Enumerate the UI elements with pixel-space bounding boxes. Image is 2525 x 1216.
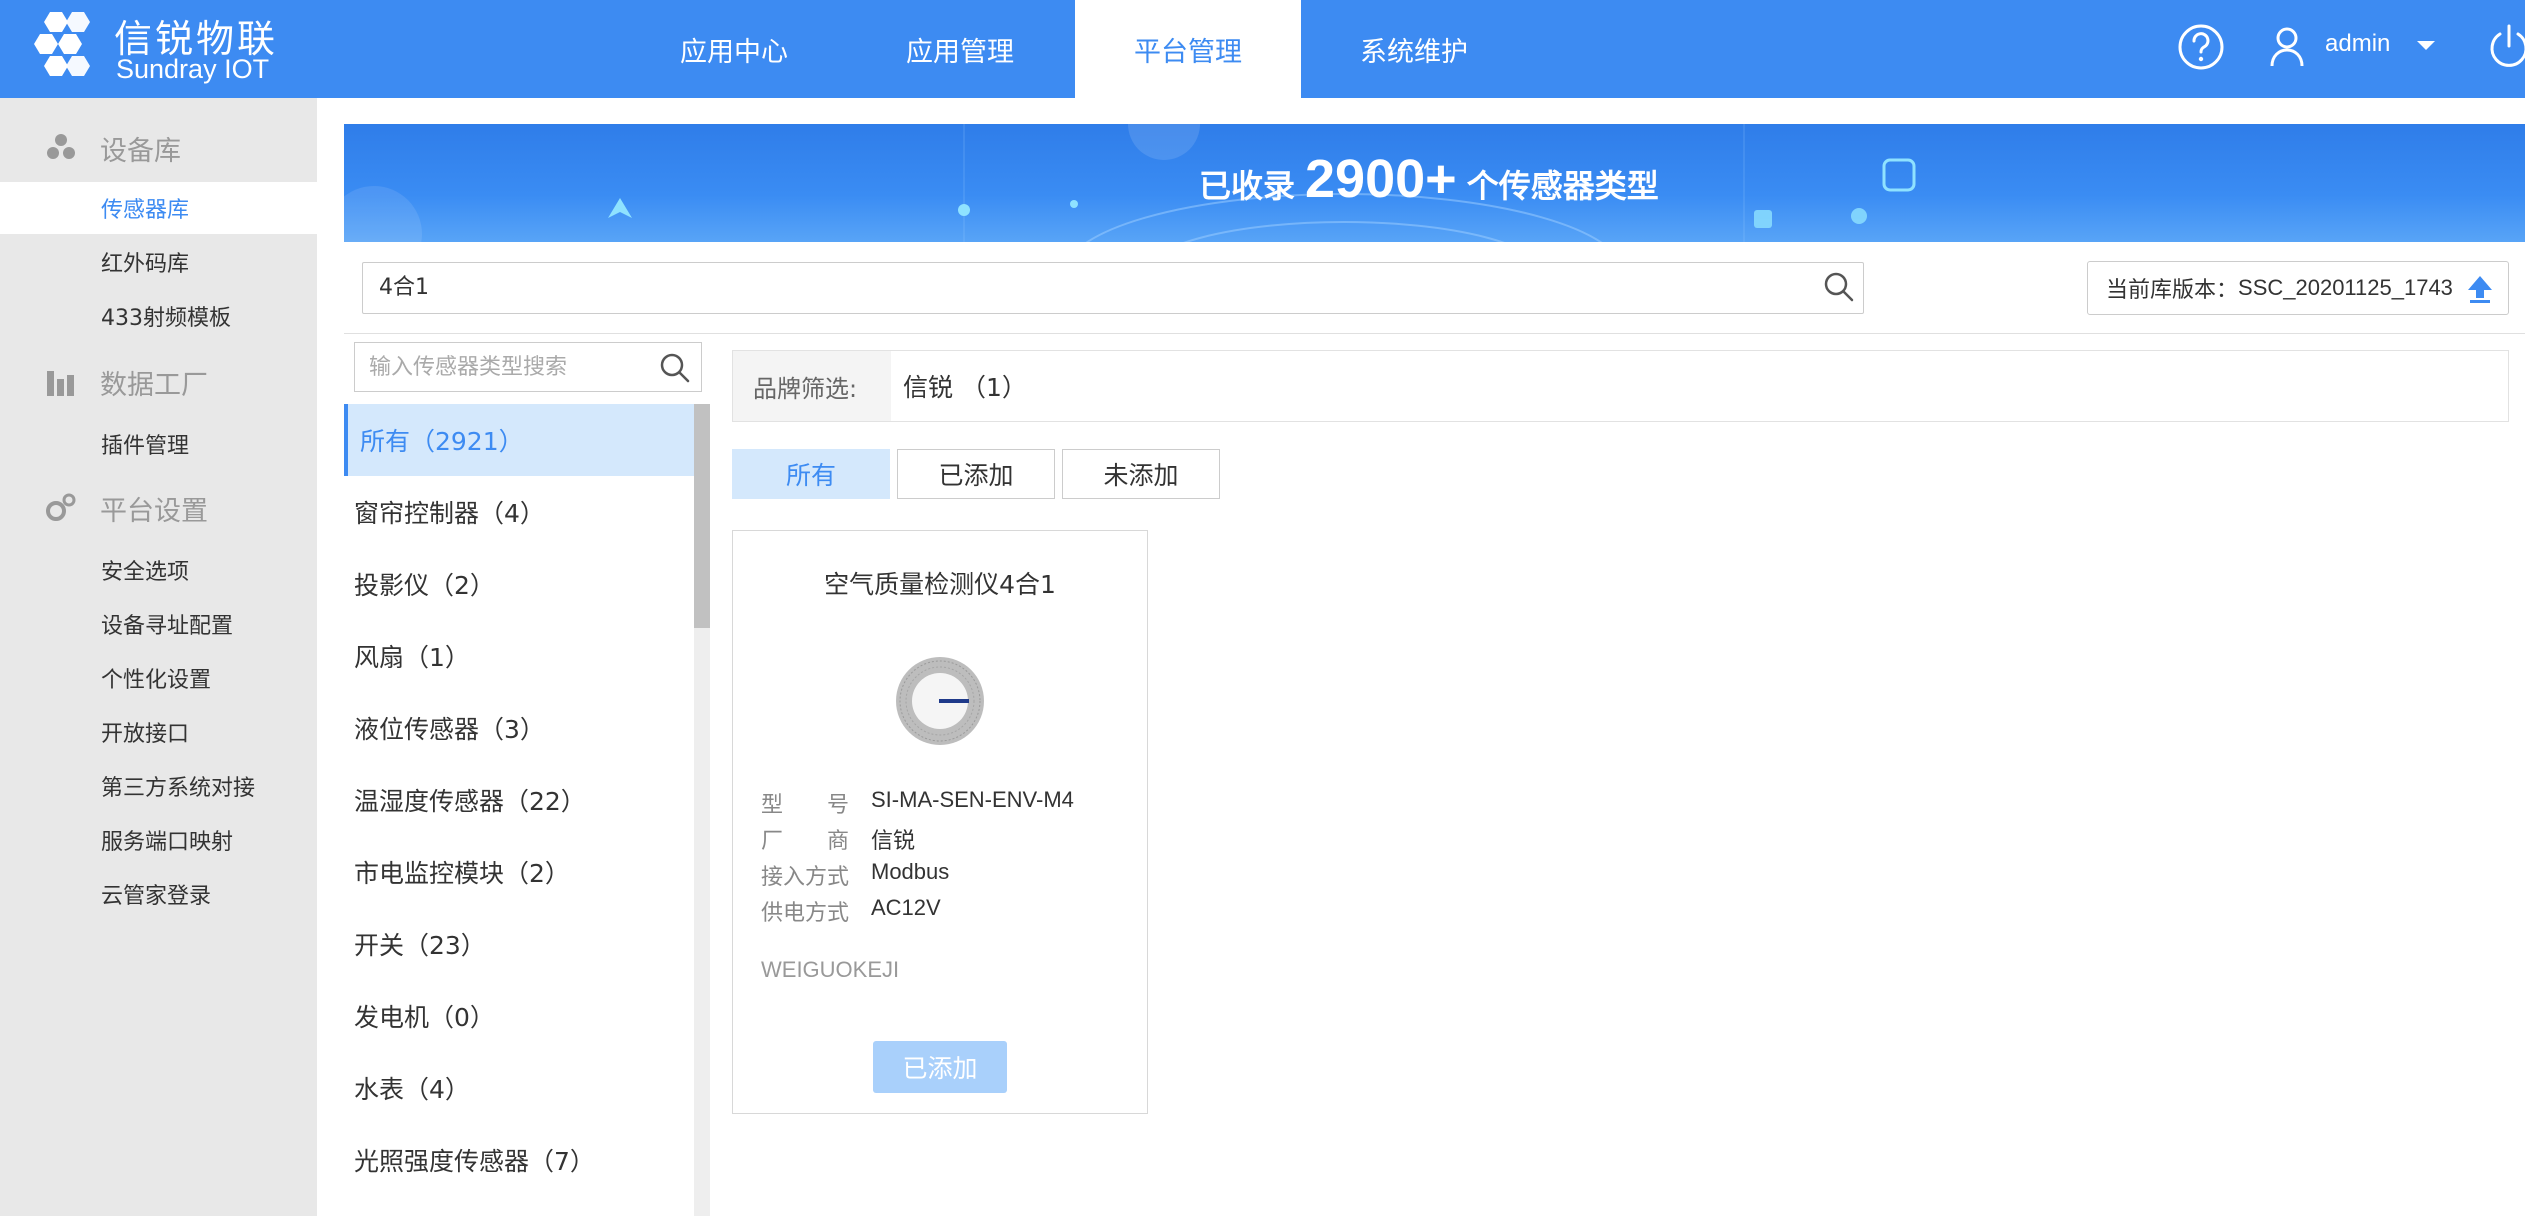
logo[interactable]: 信锐物联 Sundray IOT <box>26 6 286 92</box>
spec-key: 厂 商 <box>761 829 850 854</box>
added-button[interactable]: 已添加 <box>873 1041 1007 1093</box>
banner: 已收录 2900+ 个传感器类型 <box>344 124 2525 242</box>
category-item-all[interactable]: 所有（2921） <box>344 404 694 476</box>
device-spec-model: 型 号 SI-MA-SEN-ENV-M4 <box>761 787 1074 819</box>
sidebar-item-433-rf-template[interactable]: 433射频模板 <box>0 290 317 342</box>
category-scrollbar-thumb[interactable] <box>694 404 710 628</box>
spec-value: Modbus <box>871 859 950 884</box>
brand-filter: 品牌筛选: 信锐 （1） <box>732 350 2509 422</box>
search-icon[interactable] <box>659 352 691 384</box>
sidebar-item-third-party[interactable]: 第三方系统对接 <box>0 760 317 812</box>
air-quality-sensor-icon <box>896 657 984 745</box>
banner-number: 2900+ <box>1305 149 1457 209</box>
sidebar-item-plugin-management[interactable]: 插件管理 <box>0 418 317 470</box>
spec-value: SI-MA-SEN-ENV-M4 <box>871 787 1074 812</box>
sidebar-group-platform-settings[interactable]: 平台设置 <box>0 478 317 538</box>
sidebar-group-device-library[interactable]: 设备库 <box>0 118 317 178</box>
category-item[interactable]: 发电机（0） <box>344 980 694 1052</box>
category-item[interactable]: 投影仪（2） <box>344 548 694 620</box>
top-navigation-bar: 信锐物联 Sundray IOT 应用中心 应用管理 平台管理 系统维护 adm… <box>0 0 2525 98</box>
library-version: 当前库版本： SSC_20201125_1743 <box>2087 261 2509 315</box>
device-library-icon <box>47 134 75 159</box>
device-brand: WEIGUOKEJI <box>761 957 900 982</box>
tab-app-management[interactable]: 应用管理 <box>847 0 1073 98</box>
sidebar-item-open-api[interactable]: 开放接口 <box>0 706 317 758</box>
category-list: 所有（2921） 窗帘控制器（4） 投影仪（2） 风扇（1） 液位传感器（3） … <box>344 404 694 1216</box>
settings-gear-icon <box>46 493 76 521</box>
version-label: 当前库版本： <box>2106 278 2239 303</box>
spec-value: 信锐 <box>871 828 916 853</box>
spec-value: AC12V <box>871 895 941 920</box>
username[interactable]: admin <box>2325 30 2390 58</box>
sidebar: 设备库 传感器库 红外码库 433射频模板 数据工厂 插件管理 平台设置 安全选… <box>0 98 317 1216</box>
divider <box>344 333 2525 334</box>
version-value: SSC_20201125_1743 <box>2238 275 2453 300</box>
device-spec-access: 接入方式 Modbus <box>761 859 949 891</box>
category-item[interactable]: 水表（4） <box>344 1052 694 1124</box>
tab-app-center[interactable]: 应用中心 <box>621 0 847 98</box>
logo-en-text: Sundray IOT <box>116 54 270 84</box>
sidebar-item-security-options[interactable]: 安全选项 <box>0 544 317 596</box>
user-icon[interactable] <box>2262 22 2312 72</box>
sidebar-group-data-factory[interactable]: 数据工厂 <box>0 352 317 412</box>
brand-filter-label: 品牌筛选: <box>733 351 891 421</box>
filter-not-added-button[interactable]: 未添加 <box>1062 449 1220 499</box>
category-item[interactable]: 光照强度传感器（7） <box>344 1124 694 1196</box>
hexagon-logo-icon <box>34 12 90 76</box>
category-item[interactable]: 温湿度传感器（22） <box>344 764 694 836</box>
sidebar-item-ir-code-library[interactable]: 红外码库 <box>0 236 317 288</box>
data-factory-icon <box>47 371 74 396</box>
category-item[interactable]: 液位传感器（3） <box>344 692 694 764</box>
upload-icon[interactable] <box>2466 274 2494 304</box>
power-icon[interactable] <box>2484 22 2525 72</box>
device-spec-power: 供电方式 AC12V <box>761 895 941 927</box>
brand-filter-option[interactable]: 信锐 （1） <box>903 351 1027 421</box>
category-search-input[interactable] <box>355 343 645 391</box>
filter-added-button[interactable]: 已添加 <box>897 449 1055 499</box>
sidebar-item-sensor-library[interactable]: 传感器库 <box>0 182 317 234</box>
category-item[interactable]: 开关（23） <box>344 908 694 980</box>
banner-prefix: 已收录 <box>1199 167 1296 205</box>
tab-system-maintenance[interactable]: 系统维护 <box>1301 0 1527 98</box>
spec-key: 型 号 <box>761 793 850 818</box>
category-search[interactable] <box>354 342 702 392</box>
banner-suffix: 个传感器类型 <box>1466 167 1659 205</box>
search-icon[interactable] <box>1822 270 1856 304</box>
sensor-search-input[interactable]: 4合1 <box>362 262 1864 314</box>
chevron-down-icon[interactable] <box>2414 30 2438 60</box>
sidebar-item-port-mapping[interactable]: 服务端口映射 <box>0 814 317 866</box>
sidebar-item-personalization[interactable]: 个性化设置 <box>0 652 317 704</box>
category-item[interactable]: 窗帘控制器（4） <box>344 476 694 548</box>
spec-key: 接入方式 <box>761 865 850 890</box>
sidebar-group-label: 设备库 <box>100 135 181 167</box>
filter-all-button[interactable]: 所有 <box>732 449 890 499</box>
banner-title: 已收录 2900+ 个传感器类型 <box>1199 148 1659 210</box>
category-item[interactable]: 市电监控模块（2） <box>344 836 694 908</box>
sidebar-group-label: 平台设置 <box>100 495 208 527</box>
device-card[interactable]: 空气质量检测仪4合1 型 号 SI-MA-SEN-ENV-M4 厂 商 信锐 接… <box>732 530 1148 1114</box>
sidebar-item-cloud-login[interactable]: 云管家登录 <box>0 868 317 920</box>
tab-platform-management[interactable]: 平台管理 <box>1075 0 1301 98</box>
sidebar-group-label: 数据工厂 <box>100 369 208 401</box>
category-item[interactable]: 风扇（1） <box>344 620 694 692</box>
sidebar-item-device-addressing[interactable]: 设备寻址配置 <box>0 598 317 650</box>
device-spec-vendor: 厂 商 信锐 <box>761 823 915 855</box>
help-circle-icon[interactable] <box>2176 22 2226 72</box>
spec-key: 供电方式 <box>761 901 850 926</box>
device-title: 空气质量检测仪4合1 <box>824 570 1056 599</box>
